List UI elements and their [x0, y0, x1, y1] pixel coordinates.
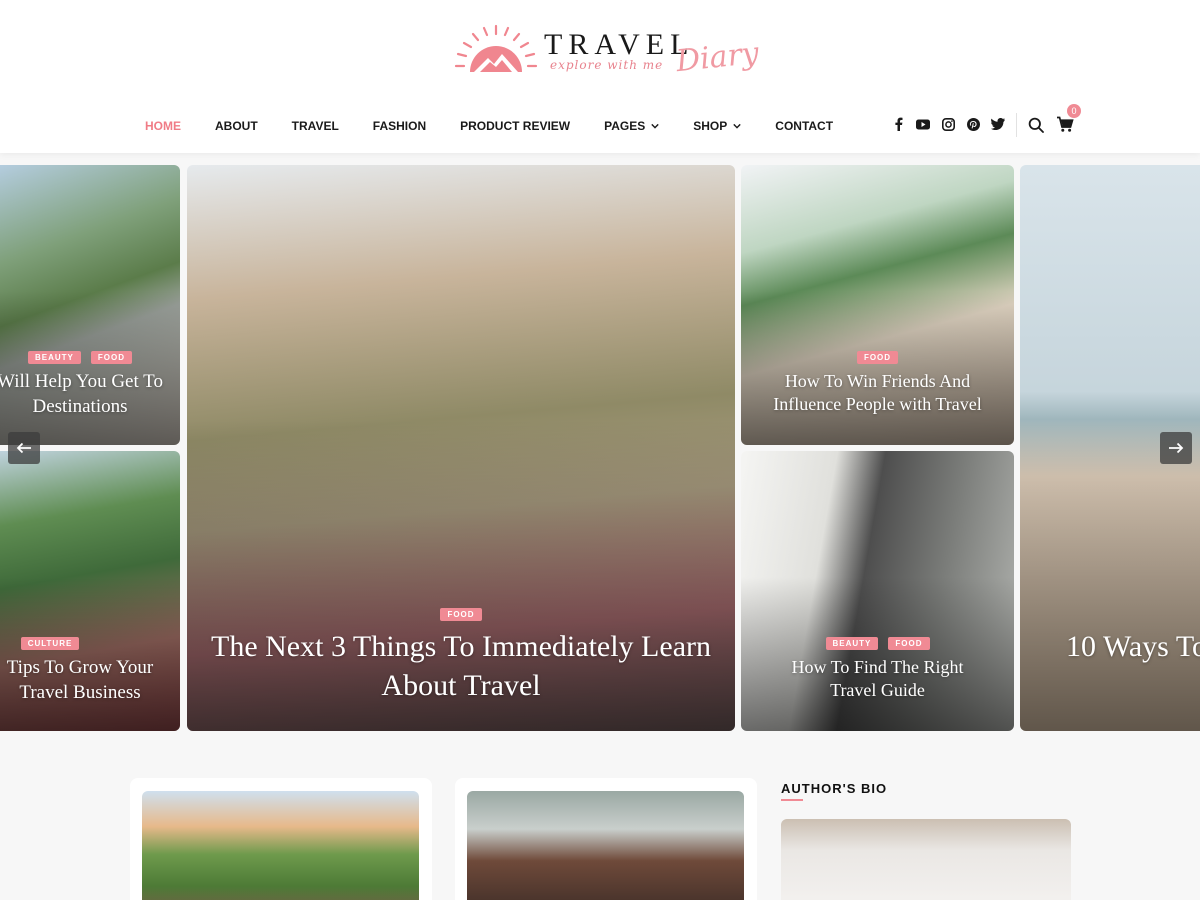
nav-product-review[interactable]: PRODUCT REVIEW	[460, 119, 570, 133]
post-categories: CULTURE	[0, 637, 120, 650]
cart-icon[interactable]	[1056, 116, 1074, 133]
category-tag[interactable]: FOOD	[856, 351, 899, 364]
nav-fashion[interactable]: FASHION	[373, 119, 426, 133]
post-title[interactable]: How To Win Friends And Influence People …	[741, 370, 1014, 417]
category-tag[interactable]: FOOD	[888, 637, 930, 650]
post-title[interactable]: Tips To Grow Your Travel Business	[0, 656, 180, 705]
facebook-icon[interactable]	[891, 117, 905, 131]
nav-about[interactable]: ABOUT	[215, 119, 258, 133]
social-links	[891, 117, 1016, 131]
chevron-down-icon	[651, 123, 659, 129]
post-card[interactable]	[130, 778, 432, 900]
nav-pages[interactable]: PAGES	[604, 119, 659, 133]
category-tag[interactable]: BEAUTY	[28, 351, 81, 364]
logo-script: Diary	[674, 35, 761, 80]
post-card[interactable]	[455, 778, 757, 900]
logo-tagline: explore with me	[550, 58, 664, 72]
nav-contact[interactable]: CONTACT	[775, 119, 833, 133]
sun-mountain-logo-icon	[454, 24, 538, 72]
slide-card[interactable]: BEAUTY FOOD Will Help You Get To Destina…	[0, 165, 180, 445]
heading-underline	[781, 799, 803, 801]
header-divider	[1016, 113, 1017, 137]
category-tag[interactable]: BEAUTY	[825, 637, 879, 650]
post-categories: BEAUTY FOOD	[0, 351, 180, 364]
slider-prev-button[interactable]	[8, 432, 40, 464]
slide-card[interactable]: CULTURE Tips To Grow Your Travel Busines…	[0, 451, 180, 731]
category-tag[interactable]: CULTURE	[20, 637, 80, 650]
post-thumbnail[interactable]	[467, 791, 744, 900]
slide-card[interactable]: FOOD How To Win Friends And Influence Pe…	[741, 165, 1014, 445]
author-photo	[781, 819, 1071, 900]
post-title[interactable]: 10 Ways To	[1066, 627, 1200, 666]
featured-slide[interactable]: FOOD The Next 3 Things To Immediately Le…	[187, 165, 735, 731]
post-categories: BEAUTY FOOD	[741, 637, 1014, 650]
slider-next-button[interactable]	[1160, 432, 1192, 464]
chevron-down-icon	[733, 123, 741, 129]
nav-travel[interactable]: TRAVEL	[292, 119, 339, 133]
pinterest-icon[interactable]	[966, 117, 980, 131]
instagram-icon[interactable]	[941, 117, 955, 131]
site-header: TRAVEL explore with me Diary HOME ABOUT …	[0, 0, 1200, 153]
category-tag[interactable]: FOOD	[440, 608, 482, 621]
post-title[interactable]: The Next 3 Things To Immediately Learn A…	[187, 627, 735, 705]
logo-title: TRAVEL	[544, 28, 695, 61]
arrow-left-icon	[16, 442, 31, 454]
sidebar-heading: AUTHOR'S BIO	[781, 781, 888, 796]
youtube-icon[interactable]	[916, 117, 930, 131]
twitter-icon[interactable]	[991, 117, 1005, 131]
search-icon[interactable]	[1028, 117, 1044, 133]
main-nav: HOME ABOUT TRAVEL FASHION PRODUCT REVIEW…	[145, 118, 867, 134]
nav-home[interactable]: HOME	[145, 119, 181, 133]
post-categories: FOOD	[741, 351, 1014, 364]
post-title[interactable]: Will Help You Get To Destinations	[0, 370, 180, 419]
category-tag[interactable]: FOOD	[90, 351, 132, 364]
post-categories: FOOD	[187, 608, 735, 621]
post-title[interactable]: How To Find The Right Travel Guide	[741, 656, 1014, 703]
nav-shop[interactable]: SHOP	[693, 119, 741, 133]
site-logo[interactable]: TRAVEL explore with me Diary	[450, 22, 760, 80]
arrow-right-icon	[1169, 442, 1184, 454]
post-thumbnail[interactable]	[142, 791, 419, 900]
slide-card[interactable]: BEAUTY FOOD How To Find The Right Travel…	[741, 451, 1014, 731]
cart-count-badge: 0	[1067, 104, 1081, 118]
